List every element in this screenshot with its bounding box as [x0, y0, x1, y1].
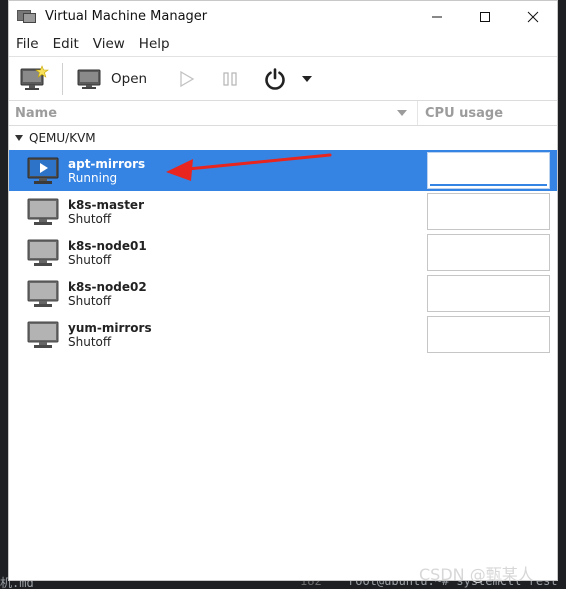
vm-name: yum-mirrors	[68, 320, 152, 335]
name-column-header[interactable]: Name	[9, 101, 418, 125]
vm-list: apt-mirrors Running k8s-master Shutoff k…	[9, 150, 557, 355]
vm-shutoff-icon	[27, 280, 59, 308]
minimize-icon	[432, 16, 442, 17]
vm-status: Shutoff	[68, 211, 112, 226]
cpu-usage-graph	[427, 316, 550, 353]
vm-row-apt-mirrors[interactable]: apt-mirrors Running	[9, 150, 557, 191]
shutdown-menu-button[interactable]	[301, 73, 313, 85]
minimize-button[interactable]	[413, 1, 461, 32]
open-button-label: Open	[111, 70, 148, 87]
cpu-usage-graph	[427, 275, 550, 312]
maximize-button[interactable]	[461, 1, 509, 32]
cpu-usage-graph	[427, 152, 550, 189]
vm-name: k8s-master	[68, 197, 144, 212]
play-icon	[180, 70, 195, 87]
toolbar: Open	[9, 57, 557, 101]
vm-shutoff-icon	[27, 239, 59, 267]
vm-status: Running	[68, 170, 118, 185]
cpu-usage-graph	[427, 193, 550, 230]
power-icon	[265, 67, 285, 90]
connection-row[interactable]: QEMU/KVM	[9, 126, 557, 150]
column-header: Name CPU usage	[9, 101, 557, 126]
window-title: Virtual Machine Manager	[45, 9, 208, 24]
run-button[interactable]	[177, 70, 195, 88]
vm-name: k8s-node02	[68, 279, 147, 294]
vm-row-k8s-master[interactable]: k8s-master Shutoff	[9, 191, 557, 232]
title-bar[interactable]: Virtual Machine Manager	[9, 1, 557, 32]
open-button[interactable]: Open	[77, 68, 147, 90]
cpu-usage-line	[430, 184, 547, 186]
monitor-star-icon	[20, 64, 49, 90]
vm-name: k8s-node01	[68, 238, 147, 253]
vm-status: Shutoff	[68, 334, 112, 349]
shutdown-button[interactable]	[263, 67, 287, 91]
pause-button[interactable]	[221, 70, 239, 88]
new-vm-button[interactable]	[18, 64, 52, 94]
monitor-icon	[77, 69, 101, 89]
virt-manager-app-icon	[17, 9, 39, 24]
menu-bar: File Edit View Help	[9, 32, 557, 57]
close-button[interactable]	[509, 1, 557, 32]
menu-help[interactable]: Help	[132, 36, 177, 52]
name-column-label: Name	[15, 105, 58, 121]
menu-view[interactable]: View	[86, 36, 132, 52]
sort-arrow-icon	[397, 110, 407, 116]
background-terminal-right	[558, 0, 566, 589]
expander-arrow-icon[interactable]	[15, 135, 23, 141]
virt-manager-window: Virtual Machine Manager File Edit View H…	[8, 0, 558, 584]
menu-edit[interactable]: Edit	[46, 36, 86, 52]
csdn-watermark: CSDN @甄某人	[419, 565, 534, 584]
pause-icon	[223, 71, 237, 86]
cpu-usage-graph	[427, 234, 550, 271]
maximize-icon	[480, 11, 490, 22]
cpu-usage-column-header[interactable]: CPU usage	[418, 101, 503, 125]
background-terminal-left	[0, 0, 8, 589]
vm-shutoff-icon	[27, 198, 59, 226]
vm-name: apt-mirrors	[68, 156, 146, 171]
toolbar-separator	[62, 62, 63, 95]
vm-running-icon	[27, 157, 59, 185]
caret-down-icon	[302, 75, 313, 82]
vm-row-k8s-node01[interactable]: k8s-node01 Shutoff	[9, 232, 557, 273]
cpu-usage-column-label: CPU usage	[425, 105, 504, 121]
close-icon	[527, 11, 539, 22]
vm-status: Shutoff	[68, 293, 112, 308]
vm-status: Shutoff	[68, 252, 112, 267]
vm-row-k8s-node02[interactable]: k8s-node02 Shutoff	[9, 273, 557, 314]
vm-row-yum-mirrors[interactable]: yum-mirrors Shutoff	[9, 314, 557, 355]
menu-file[interactable]: File	[9, 36, 46, 52]
connection-label: QEMU/KVM	[29, 131, 96, 145]
vm-shutoff-icon	[27, 321, 59, 349]
